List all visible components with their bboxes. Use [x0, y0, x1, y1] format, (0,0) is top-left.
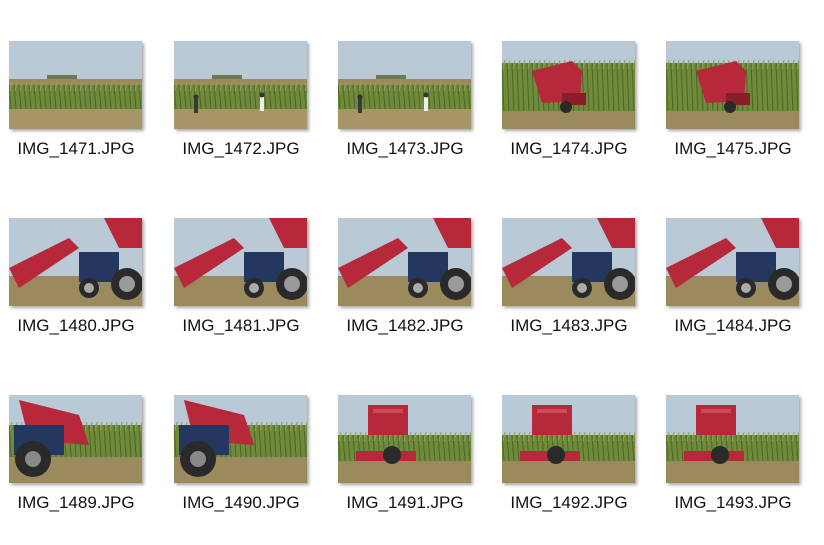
file-item[interactable]: IMG_1473.JPG	[329, 41, 479, 191]
file-thumbnail[interactable]	[9, 41, 142, 129]
file-name[interactable]: IMG_1481.JPG	[165, 316, 317, 336]
file-name[interactable]: IMG_1491.JPG	[329, 493, 481, 513]
file-thumbnail[interactable]	[174, 218, 307, 306]
file-thumbnail[interactable]	[338, 395, 471, 483]
file-thumbnail[interactable]	[338, 41, 471, 129]
file-item[interactable]: IMG_1475.JPG	[657, 41, 807, 191]
file-name[interactable]: IMG_1492.JPG	[493, 493, 645, 513]
file-thumbnail[interactable]	[9, 395, 142, 483]
file-thumbnail[interactable]	[502, 41, 635, 129]
file-item[interactable]: IMG_1493.JPG	[657, 395, 807, 545]
file-thumbnail[interactable]	[9, 218, 142, 306]
file-name[interactable]: IMG_1475.JPG	[657, 139, 809, 159]
file-item[interactable]: IMG_1481.JPG	[165, 218, 315, 368]
file-item[interactable]: IMG_1483.JPG	[493, 218, 643, 368]
file-thumbnail[interactable]	[174, 41, 307, 129]
file-thumbnail[interactable]	[666, 218, 799, 306]
file-item[interactable]: IMG_1474.JPG	[493, 41, 643, 191]
file-item[interactable]: IMG_1482.JPG	[329, 218, 479, 368]
file-name[interactable]: IMG_1489.JPG	[0, 493, 152, 513]
file-thumbnail[interactable]	[338, 218, 471, 306]
file-thumbnail[interactable]	[666, 395, 799, 483]
file-thumbnail[interactable]	[502, 395, 635, 483]
file-item[interactable]: IMG_1480.JPG	[0, 218, 150, 368]
file-thumbnail[interactable]	[502, 218, 635, 306]
file-grid: IMG_1471.JPG IMG_1472.JPG IMG_1473.JPG IMG_…	[0, 0, 824, 544]
file-name[interactable]: IMG_1480.JPG	[0, 316, 152, 336]
file-name[interactable]: IMG_1490.JPG	[165, 493, 317, 513]
file-name[interactable]: IMG_1473.JPG	[329, 139, 481, 159]
file-item[interactable]: IMG_1490.JPG	[165, 395, 315, 545]
file-item[interactable]: IMG_1491.JPG	[329, 395, 479, 545]
file-item[interactable]: IMG_1489.JPG	[0, 395, 150, 545]
file-item[interactable]: IMG_1492.JPG	[493, 395, 643, 545]
file-name[interactable]: IMG_1483.JPG	[493, 316, 645, 336]
file-item[interactable]: IMG_1471.JPG	[0, 41, 150, 191]
file-name[interactable]: IMG_1482.JPG	[329, 316, 481, 336]
file-name[interactable]: IMG_1493.JPG	[657, 493, 809, 513]
file-name[interactable]: IMG_1472.JPG	[165, 139, 317, 159]
file-item[interactable]: IMG_1484.JPG	[657, 218, 807, 368]
file-name[interactable]: IMG_1471.JPG	[0, 139, 152, 159]
file-thumbnail[interactable]	[174, 395, 307, 483]
file-thumbnail[interactable]	[666, 41, 799, 129]
file-name[interactable]: IMG_1474.JPG	[493, 139, 645, 159]
file-name[interactable]: IMG_1484.JPG	[657, 316, 809, 336]
file-item[interactable]: IMG_1472.JPG	[165, 41, 315, 191]
